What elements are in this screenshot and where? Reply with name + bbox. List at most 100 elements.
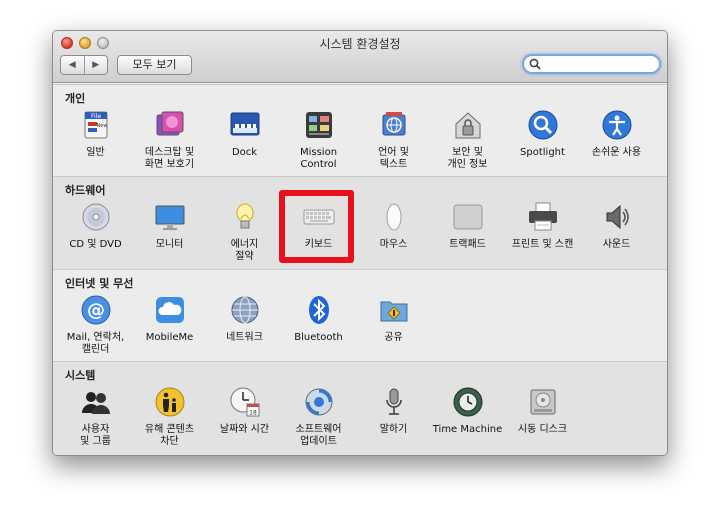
pref-label: 날짜와 시간: [219, 424, 270, 435]
pref-label: Dock: [231, 147, 258, 158]
security-privacy-icon: [452, 109, 484, 141]
pref-label: Spotlight: [520, 147, 565, 158]
section-system: 시스템 사용자 및 그룹 유해 콘텐츠 차단 18 날짜와 시간 소프트웨어 업…: [53, 361, 667, 455]
language-text-icon: [378, 109, 410, 141]
software-update-icon: [303, 386, 335, 418]
printer-icon: [527, 201, 559, 233]
back-button[interactable]: ◀: [61, 56, 84, 74]
pref-label: Bluetooth: [294, 332, 343, 343]
pref-label: 에너지 절약: [230, 239, 259, 262]
mission-control-icon: [303, 109, 335, 141]
pref-label: 마우스: [379, 239, 408, 250]
pref-label: 언어 및 텍스트: [378, 147, 409, 170]
bluetooth-icon: [303, 294, 335, 326]
trackpad-icon: [452, 201, 484, 233]
pref-label: 공유: [384, 332, 403, 343]
pref-label: 보안 및 개인 정보: [447, 147, 488, 170]
system-preferences-window: 시스템 환경설정 ◀ ▶ 모두 보기 개인 File New 일반 데스크탑 및 …: [52, 30, 668, 456]
pref-speech[interactable]: 말하기: [356, 386, 431, 436]
cd-dvd-icon: [80, 201, 112, 233]
pref-mouse[interactable]: 마우스: [356, 201, 431, 251]
pref-energy-saver[interactable]: 에너지 절약: [207, 201, 282, 263]
pref-monitor[interactable]: 모니터: [132, 201, 207, 251]
energy-saver-icon: [229, 201, 261, 233]
svg-text:File: File: [90, 113, 100, 120]
spotlight-icon: [527, 109, 559, 141]
pref-desktop-screensaver[interactable]: 데스크탑 및 화면 보호기: [132, 109, 207, 171]
svg-text:New: New: [96, 123, 107, 129]
forward-button[interactable]: ▶: [83, 56, 108, 74]
accessibility-icon: [601, 109, 633, 141]
pref-label: 모니터: [155, 239, 184, 250]
pref-accessibility[interactable]: 손쉬운 사용: [579, 109, 654, 159]
pref-print-scan[interactable]: 프린트 및 스캔: [505, 201, 580, 251]
pref-label: CD 및 DVD: [69, 239, 122, 250]
pref-label: 트랙패드: [449, 239, 486, 250]
sharing-icon: [378, 294, 410, 326]
section-hardware: 하드웨어 CD 및 DVD 모니터 에너지 절약 키보드 마우스 트랙패드 프린…: [53, 176, 667, 269]
dock-icon: [229, 109, 261, 141]
pref-label: 말하기: [379, 424, 408, 435]
window-title: 시스템 환경설정: [319, 37, 401, 51]
keyboard-highlight-box: [279, 190, 354, 263]
pref-date-time[interactable]: 18 날짜와 시간: [207, 386, 282, 436]
pref-cd-dvd[interactable]: CD 및 DVD: [58, 201, 133, 251]
section-title: 인터넷 및 무선: [65, 277, 134, 290]
pref-network[interactable]: 네트워크: [207, 294, 282, 344]
pref-users-groups[interactable]: 사용자 및 그룹: [58, 386, 133, 448]
pref-time-machine[interactable]: Time Machine: [430, 386, 505, 436]
titlebar: 시스템 환경설정 ◀ ▶ 모두 보기: [53, 31, 667, 83]
pref-startup-disk[interactable]: 시동 디스크: [505, 386, 580, 436]
pref-label: 프린트 및 스캔: [511, 239, 574, 250]
pref-security-privacy[interactable]: 보안 및 개인 정보: [430, 109, 505, 171]
pref-mobileme[interactable]: MobileMe: [132, 294, 207, 344]
network-icon: [229, 294, 261, 326]
monitor-icon: [154, 201, 186, 233]
pref-sound[interactable]: 사운드: [579, 201, 654, 251]
pref-label: Mission Control: [299, 147, 338, 170]
pref-spotlight[interactable]: Spotlight: [505, 109, 580, 159]
pref-label: 시동 디스크: [517, 424, 568, 435]
section-title: 개인: [65, 92, 86, 105]
section-personal: 개인 File New 일반 데스크탑 및 화면 보호기 Dock Mission…: [53, 84, 667, 176]
svg-text:@: @: [87, 300, 105, 321]
pref-trackpad[interactable]: 트랙패드: [430, 201, 505, 251]
pref-label: 네트워크: [226, 332, 263, 343]
speech-icon: [378, 386, 410, 418]
pref-label: 데스크탑 및 화면 보호기: [144, 147, 195, 170]
mouse-icon: [378, 201, 410, 233]
nav-buttons: ◀ ▶: [60, 55, 108, 75]
section-internet-wireless: 인터넷 및 무선 @ Mail, 연락처, 캘린더 MobileMe 네트워크 …: [53, 269, 667, 361]
pref-label: MobileMe: [145, 332, 194, 343]
startup-disk-icon: [527, 386, 559, 418]
pref-dock[interactable]: Dock: [207, 109, 282, 159]
pref-language-text[interactable]: 언어 및 텍스트: [356, 109, 431, 171]
pref-bluetooth[interactable]: Bluetooth: [281, 294, 356, 344]
pref-label: 사용자 및 그룹: [80, 424, 111, 447]
pref-label: Mail, 연락처, 캘린더: [66, 332, 125, 355]
svg-text:18: 18: [249, 410, 257, 417]
pref-label: 손쉬운 사용: [591, 147, 642, 158]
mail-contacts-icon: @: [80, 294, 112, 326]
desktop-screensaver-icon: [154, 109, 186, 141]
pref-label: 일반: [86, 147, 105, 158]
show-all-button[interactable]: 모두 보기: [117, 55, 192, 75]
pref-label: Time Machine: [432, 424, 503, 435]
section-title: 시스템: [65, 369, 96, 382]
pref-sharing[interactable]: 공유: [356, 294, 431, 344]
pref-mail-contacts-calendars[interactable]: @ Mail, 연락처, 캘린더: [58, 294, 133, 356]
time-machine-icon: [452, 386, 484, 418]
pref-label: 소프트웨어 업데이트: [295, 424, 342, 447]
search-input[interactable]: [522, 54, 661, 74]
users-groups-icon: [80, 386, 112, 418]
general-icon: File New: [80, 109, 112, 141]
pref-label: 유해 콘텐츠 차단: [144, 424, 195, 447]
mobileme-icon: [154, 294, 186, 326]
pref-parental-controls[interactable]: 유해 콘텐츠 차단: [132, 386, 207, 448]
pref-mission-control[interactable]: Mission Control: [281, 109, 356, 171]
pref-software-update[interactable]: 소프트웨어 업데이트: [281, 386, 356, 448]
section-title: 하드웨어: [65, 184, 106, 197]
pref-general[interactable]: File New 일반: [58, 109, 133, 159]
parental-controls-icon: [154, 386, 186, 418]
pref-label: 사운드: [602, 239, 631, 250]
